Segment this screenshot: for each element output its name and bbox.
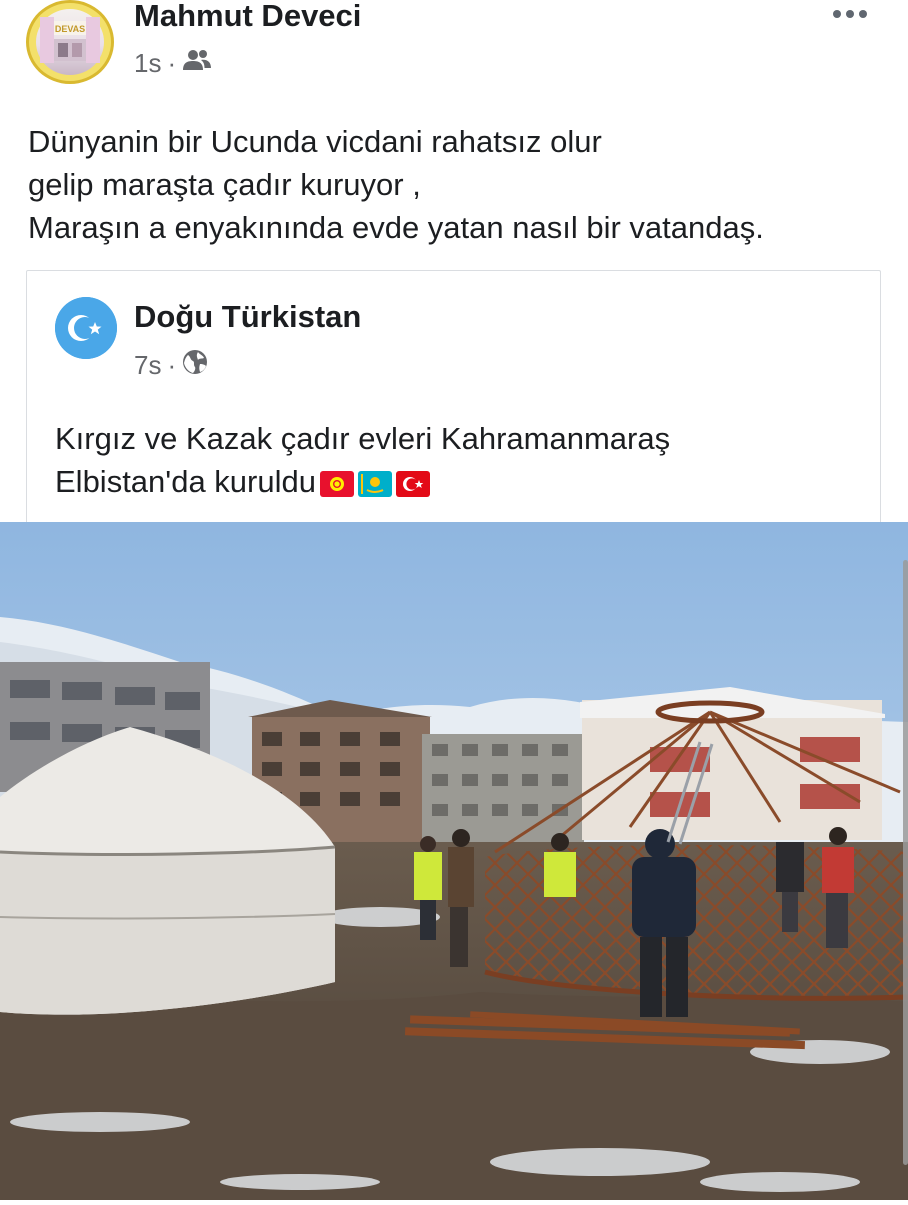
post-text-line: Dünyanin bir Ucunda vicdani rahatsız olu…: [28, 124, 602, 159]
yurt-construction-photo[interactable]: [0, 522, 908, 1200]
meta-separator: ·: [167, 48, 177, 78]
author-avatar[interactable]: DEVAS: [26, 0, 114, 84]
more-options-icon[interactable]: [832, 4, 868, 29]
shared-post-card[interactable]: Doğu Türkistan 7s · Kırgız ve Kazak çadı…: [26, 270, 881, 540]
kyrgyzstan-flag-icon: [319, 465, 354, 497]
post-header: DEVAS Mahmut Deveci 1s ·: [0, 0, 908, 100]
post-text-line: Maraşın a enyakınında evde yatan nasıl b…: [28, 210, 764, 245]
friends-icon[interactable]: [182, 48, 212, 79]
east-turkestan-flag-icon[interactable]: [55, 297, 117, 359]
scrollbar[interactable]: [903, 560, 908, 1165]
turkey-flag-icon: [395, 465, 430, 497]
shared-post-meta: 7s ·: [134, 349, 208, 382]
avatar-logo-text: DEVAS: [55, 24, 85, 34]
post-meta: 1s ·: [134, 48, 212, 79]
shared-post-time[interactable]: 7s: [134, 350, 161, 381]
post-text: Dünyanin bir Ucunda vicdani rahatsız olu…: [28, 120, 888, 249]
shared-text-line: Kırgız ve Kazak çadır evleri Kahramanmar…: [55, 421, 671, 456]
post-text-line: gelip maraşta çadır kuruyor ,: [28, 167, 421, 202]
author-name[interactable]: Mahmut Deveci: [134, 0, 361, 34]
shared-page-name[interactable]: Doğu Türkistan: [134, 299, 361, 335]
avatar-logo-image: DEVAS: [36, 9, 104, 75]
globe-icon[interactable]: [182, 349, 208, 382]
shared-post-text: Kırgız ve Kazak çadır evleri Kahramanmar…: [55, 417, 670, 503]
shared-text-line-with-flags: Elbistan'da kuruldu: [55, 460, 670, 503]
meta-separator: ·: [167, 350, 177, 380]
kazakhstan-flag-icon: [357, 465, 392, 497]
post-time[interactable]: 1s: [134, 48, 161, 79]
shared-text-line: Elbistan'da kuruldu: [55, 464, 316, 499]
